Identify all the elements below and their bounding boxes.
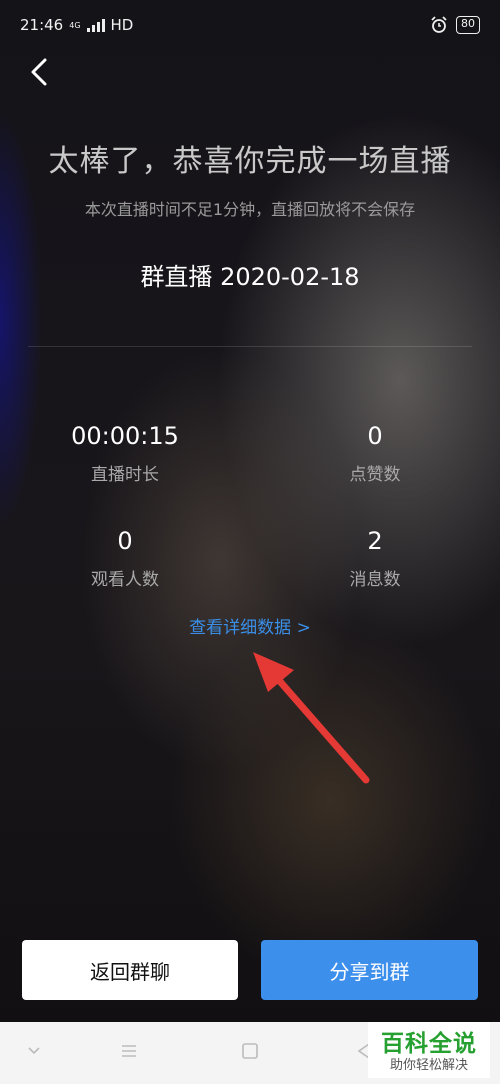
watermark-title: 百科全说 <box>381 1031 477 1057</box>
page-title: 太棒了，恭喜你完成一场直播 <box>48 144 452 179</box>
stat-label: 观看人数 <box>91 570 159 590</box>
hd-indicator: HD <box>110 16 134 34</box>
stat-value: 0 <box>367 422 383 450</box>
chevron-left-icon <box>31 58 47 86</box>
stat-value: 00:00:15 <box>71 422 179 450</box>
home-square-icon[interactable] <box>241 1042 259 1060</box>
view-detail-data-link[interactable]: 查看详细数据 > <box>0 613 500 638</box>
session-title: 群直播 2020-02-18 <box>140 263 360 291</box>
stat-duration: 00:00:15 直播时长 <box>25 422 225 485</box>
divider <box>28 346 472 347</box>
stat-value: 0 <box>117 527 133 555</box>
battery-indicator: 80 <box>456 16 480 34</box>
signal-icon <box>86 18 105 32</box>
page-subtitle: 本次直播时间不足1分钟，直播回放将不会保存 <box>84 200 416 219</box>
watermark-subtitle: 助你轻松解决 <box>389 1058 468 1073</box>
chevron-down-icon[interactable] <box>26 1042 42 1058</box>
stat-label: 直播时长 <box>91 465 159 485</box>
alarm-icon <box>431 16 447 33</box>
menu-icon[interactable] <box>120 1042 138 1060</box>
status-time: 21:46 <box>20 16 64 34</box>
stat-viewers: 0 观看人数 <box>25 527 225 590</box>
return-to-group-chat-button[interactable]: 返回群聊 <box>22 940 238 1000</box>
stat-label: 点赞数 <box>349 465 401 485</box>
stat-value: 2 <box>367 527 383 555</box>
stat-likes: 0 点赞数 <box>275 422 475 485</box>
annotation-arrow-icon <box>253 652 370 784</box>
share-to-group-button[interactable]: 分享到群 <box>261 940 478 1000</box>
status-bar: 21:46 4G HD 80 <box>0 0 500 50</box>
watermark-logo: 百科全说 助你轻松解决 <box>368 1022 490 1078</box>
network-type: 4G <box>69 20 81 30</box>
stat-label: 消息数 <box>349 570 401 590</box>
back-button[interactable] <box>24 56 56 88</box>
stat-messages: 2 消息数 <box>275 527 475 590</box>
